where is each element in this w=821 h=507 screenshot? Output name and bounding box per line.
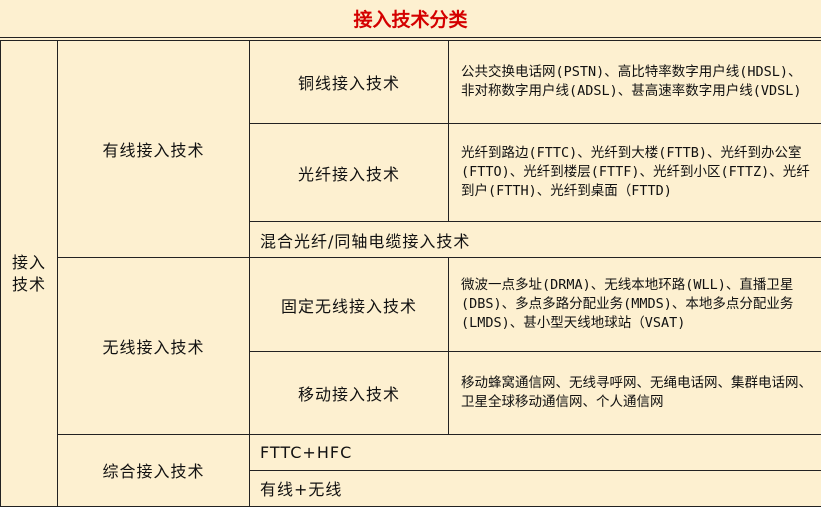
category-cell: 接入技术: [0, 40, 58, 507]
integrated-item-1: FTTC+HFC: [249, 433, 821, 471]
wired-cell: 有线接入技术: [57, 39, 250, 259]
table-row: 接入技术 有线接入技术 铜线接入技术 公共交换电话网(PSTN)、高比特率数字用…: [0, 39, 821, 507]
integrated-item-label: 有线+无线: [260, 480, 343, 500]
hybrid-cell: 混合光纤/同轴电缆接入技术: [249, 221, 821, 259]
integrated-item-label: FTTC+HFC: [260, 442, 353, 462]
mobile-cell: 移动接入技术: [249, 350, 449, 435]
category-label: 接入技术: [11, 252, 46, 294]
wireless-cell: 无线接入技术: [57, 257, 250, 435]
mobile-desc: 移动蜂窝通信网、无线寻呼网、无绳电话网、集群电话网、卫星全球移动通信网、个人通信…: [448, 350, 821, 435]
copper-desc: 公共交换电话网(PSTN)、高比特率数字用户线(HDSL)、非对称数字用户线(A…: [448, 39, 821, 125]
classification-table: 接入技术 有线接入技术 铜线接入技术 公共交换电话网(PSTN)、高比特率数字用…: [0, 39, 821, 507]
fixed-wireless-cell: 固定无线接入技术: [249, 257, 449, 352]
fiber-cell: 光纤接入技术: [249, 123, 449, 223]
classification-table-page: 接入技术分类 接入技术 有线接入技术 铜线接入技术 公共交换电话网(PSTN)、…: [0, 0, 821, 507]
hybrid-label: 混合光纤/同轴电缆接入技术: [260, 231, 471, 251]
table-title: 接入技术分类: [0, 0, 821, 38]
fiber-label: 光纤接入技术: [297, 164, 400, 184]
wireless-label: 无线接入技术: [102, 338, 205, 358]
mobile-label: 移动接入技术: [297, 384, 400, 404]
integrated-cell: 综合接入技术: [57, 433, 250, 507]
fixed-wireless-label: 固定无线接入技术: [280, 296, 417, 316]
copper-label: 铜线接入技术: [297, 74, 400, 94]
table-row: 综合接入技术 FTTC+HFC: [1, 433, 821, 507]
fiber-desc: 光纤到路边(FTTC)、光纤到大楼(FTTB)、光纤到办公室(FTTO)、光纤到…: [448, 123, 821, 223]
integrated-label: 综合接入技术: [102, 462, 205, 482]
wired-label: 有线接入技术: [102, 141, 205, 161]
copper-cell: 铜线接入技术: [249, 39, 449, 125]
integrated-item-2: 有线+无线: [249, 469, 821, 507]
table-row: 无线接入技术 固定无线接入技术 微波一点多址(DRMA)、无线本地环路(WLL)…: [1, 257, 821, 435]
fixed-wireless-desc: 微波一点多址(DRMA)、无线本地环路(WLL)、直播卫星(DBS)、多点多路分…: [448, 257, 821, 352]
